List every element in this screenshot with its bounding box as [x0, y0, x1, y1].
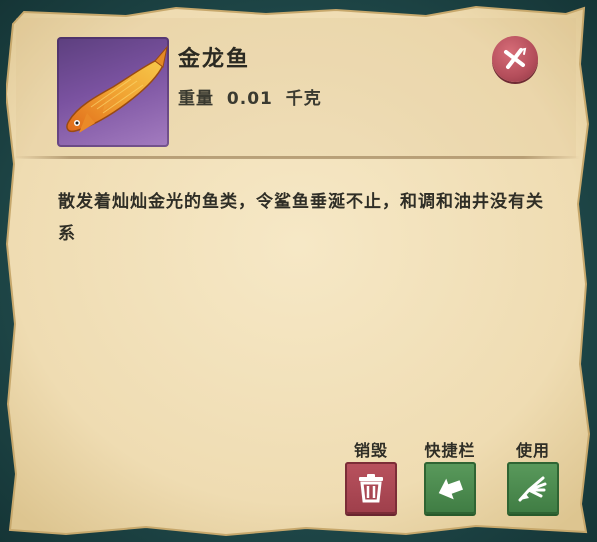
trash-icon — [359, 474, 383, 503]
item-weight: 重量 0.01 千克 — [178, 84, 322, 109]
item-description: 散发着灿灿金光的鱼类，令鲨鱼垂涎不止，和调和油井没有关系 — [58, 192, 544, 244]
arrow-left-icon — [438, 478, 463, 500]
destroy-button[interactable] — [345, 462, 397, 514]
close-button[interactable] — [492, 36, 538, 82]
hand-use-icon — [518, 476, 547, 502]
destroy-label: 销毁 — [353, 441, 388, 460]
hotbar-label: 快捷栏 — [424, 441, 476, 460]
close-icon — [504, 47, 527, 69]
use-action: 使用 — [503, 440, 563, 514]
header-divider — [14, 156, 580, 159]
item-thumbnail — [57, 37, 169, 147]
weight-value: 0.01 — [226, 89, 273, 109]
weight-unit: 千克 — [285, 89, 322, 109]
golden-arowana-fish-icon — [66, 45, 168, 133]
weight-label: 重量 — [178, 89, 214, 109]
item-name: 金龙鱼 — [178, 47, 251, 72]
hotbar-button[interactable] — [424, 462, 476, 514]
destroy-action: 销毁 — [341, 440, 401, 514]
use-button[interactable] — [507, 462, 559, 514]
use-label: 使用 — [515, 441, 550, 460]
hotbar-action: 快捷栏 — [420, 440, 480, 514]
